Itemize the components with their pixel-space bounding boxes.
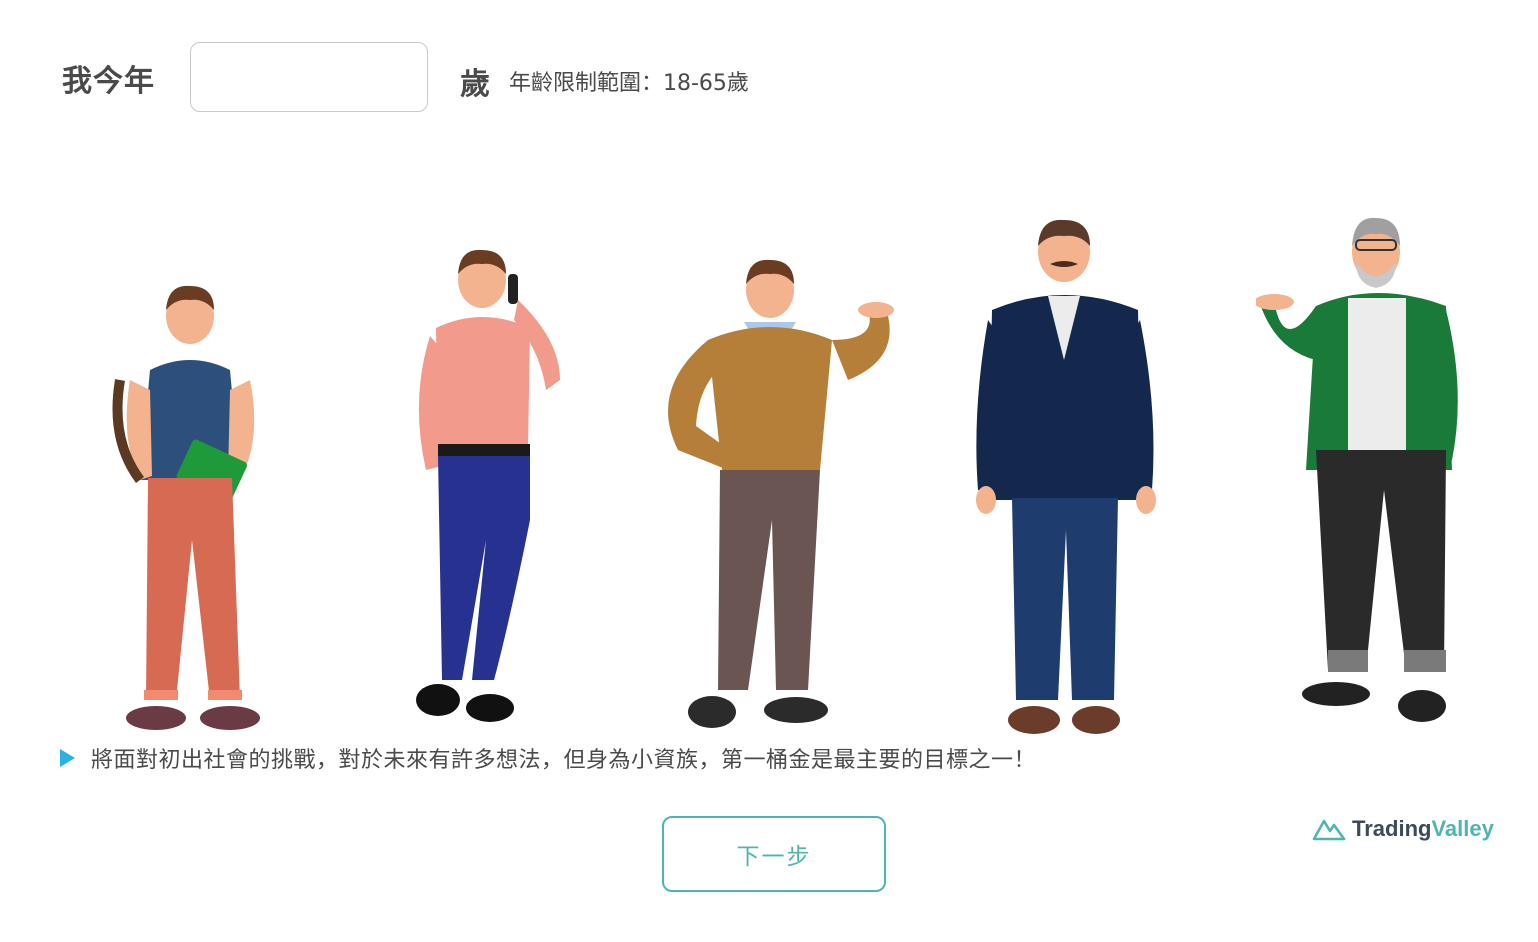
age-input[interactable] [190, 42, 428, 112]
brand-name-part1: Trading [1352, 816, 1432, 841]
age-range-hint: 年齡限制範圍：18-65歲 [509, 71, 749, 96]
figure-student [112, 285, 260, 730]
figure-senior-professional [976, 219, 1156, 734]
age-label: 我今年 [62, 64, 155, 99]
age-description: 將面對初出社會的挑戰，對於未來有許多想法，但身為小資族，第一桶金是最主要的目標之… [60, 742, 1036, 774]
age-row: 我今年 歲 年齡限制範圍：18-65歲 [62, 42, 749, 114]
description-text: 將面對初出社會的挑戰，對於未來有許多想法，但身為小資族，第一桶金是最主要的目標之… [91, 748, 1037, 773]
next-step-button[interactable]: 下一步 [662, 816, 886, 892]
brand-name-part2: Valley [1431, 816, 1494, 841]
figure-middle-aged [668, 259, 894, 728]
play-triangle-icon [60, 749, 75, 767]
age-unit: 歲 [460, 67, 490, 102]
mountain-logo-icon [1312, 819, 1346, 841]
figure-young-professional [416, 249, 560, 722]
figure-retiree [1256, 217, 1458, 722]
character-illustrations [0, 180, 1538, 740]
tradingvalley-logo: Trading Valley [1312, 816, 1494, 842]
